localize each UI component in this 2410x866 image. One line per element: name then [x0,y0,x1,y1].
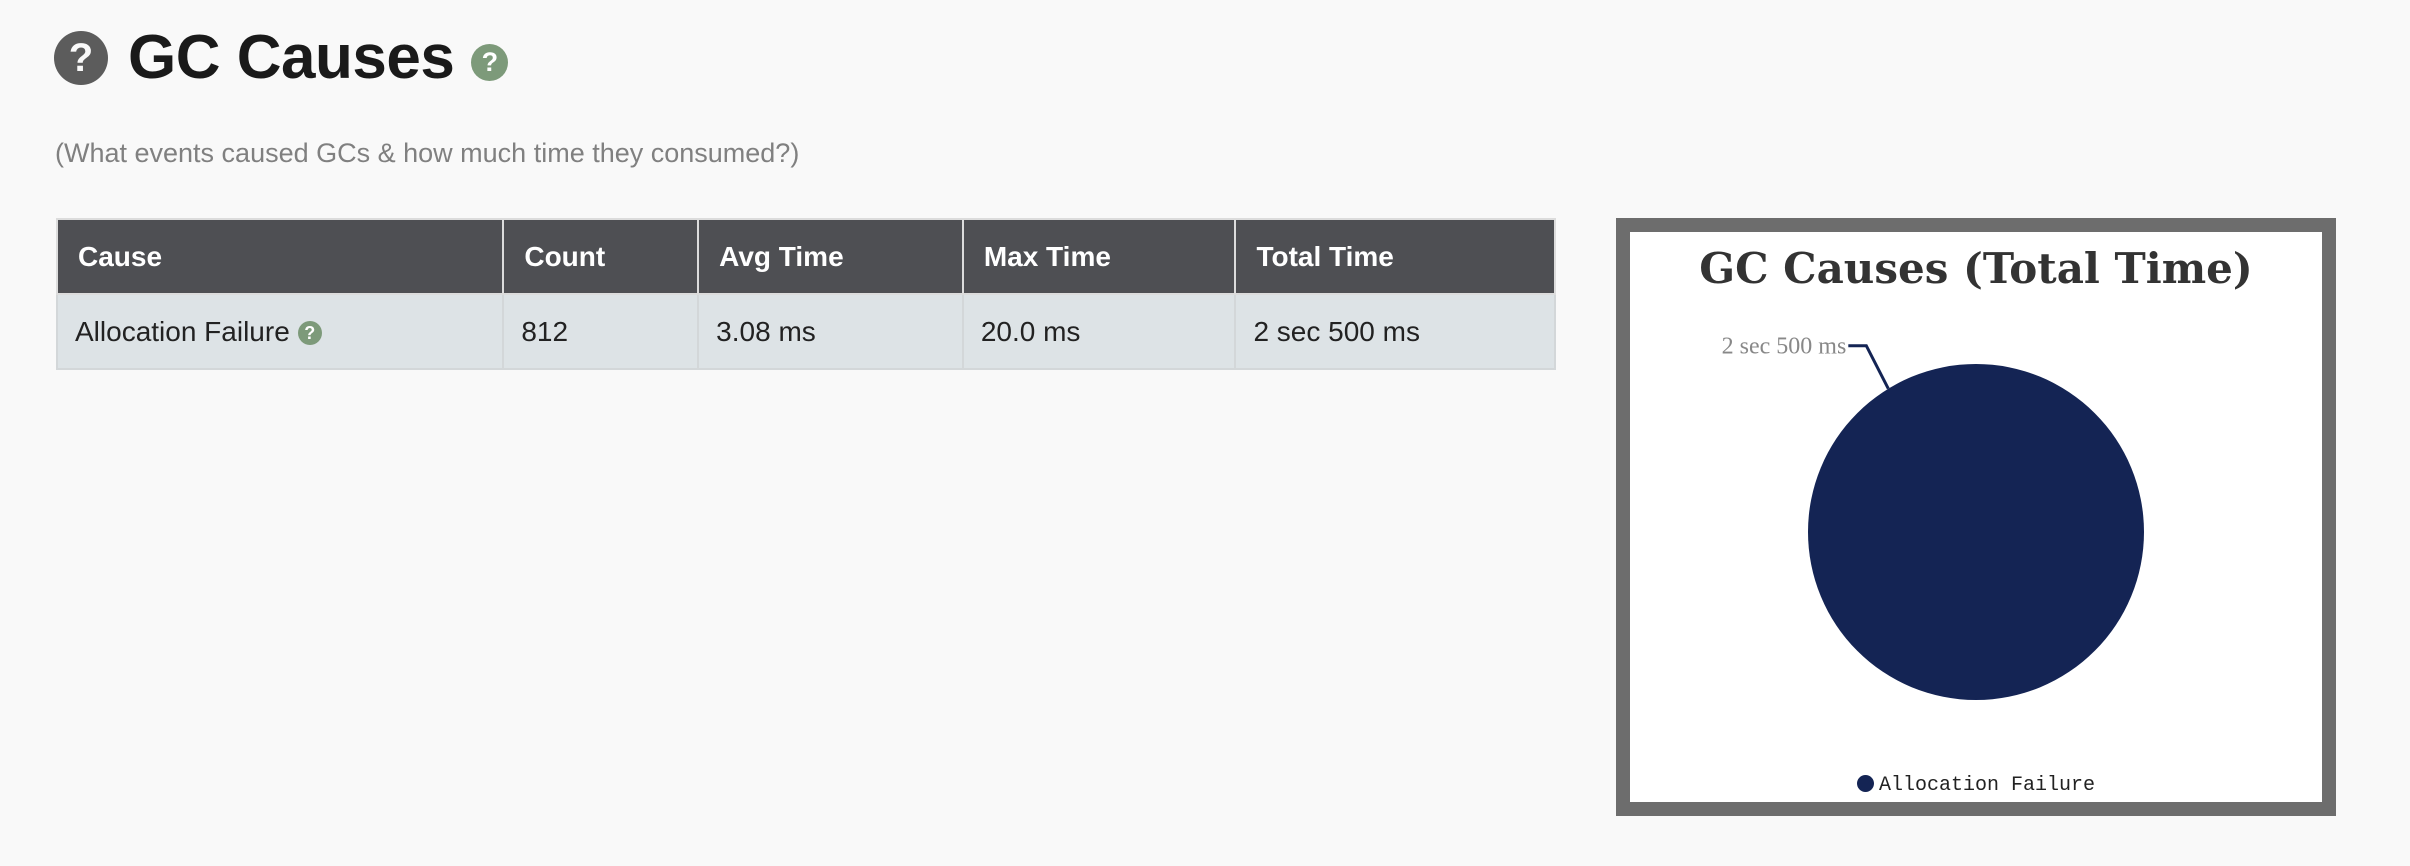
cell-cause: Allocation Failure? [55,293,505,370]
column-header-avg-time: Avg Time [697,218,964,295]
title-help-icon[interactable]: ? [471,44,509,81]
cell-count: 812 [502,293,700,370]
page: ? GC Causes ? (What events caused GCs & … [0,0,2410,866]
chart-legend: Allocation Failure [1630,774,2322,797]
pie-label-connector [1848,344,1890,390]
column-header-count: Count [502,218,700,295]
help-icon[interactable]: ? [54,30,108,85]
legend-label[interactable]: Allocation Failure [1879,774,2095,797]
cause-label: Allocation Failure [75,315,290,347]
pie-chart: 2 sec 500 ms [1722,334,2144,700]
pie-data-label: 2 sec 500 ms [1722,334,1847,360]
page-header: ? GC Causes ? [54,22,509,93]
chart-panel: GC Causes (Total Time) 2 sec 500 ms Allo… [1630,232,2322,802]
cause-help-icon[interactable]: ? [297,321,322,346]
page-subtitle: (What events caused GCs & how much time … [55,138,800,168]
cell-total-time: 2 sec 500 ms [1234,293,1556,370]
pie-slice[interactable] [1808,364,2144,700]
legend-marker [1856,775,1874,792]
cell-avg-time: 3.08 ms [697,293,964,370]
cell-max-time: 20.0 ms [961,293,1237,370]
chart-frame: GC Causes (Total Time) 2 sec 500 ms Allo… [1616,218,2336,816]
column-header-max-time: Max Time [961,218,1237,295]
column-header-total-time: Total Time [1234,218,1556,295]
table-header-row: Cause Count Avg Time Max Time Total Time [55,218,1556,295]
page-title: GC Causes [128,23,455,92]
table-row: Allocation Failure? 812 3.08 ms 20.0 ms … [55,293,1556,370]
gc-causes-table: Cause Count Avg Time Max Time Total Time… [55,218,1556,370]
column-header-cause: Cause [55,218,505,295]
